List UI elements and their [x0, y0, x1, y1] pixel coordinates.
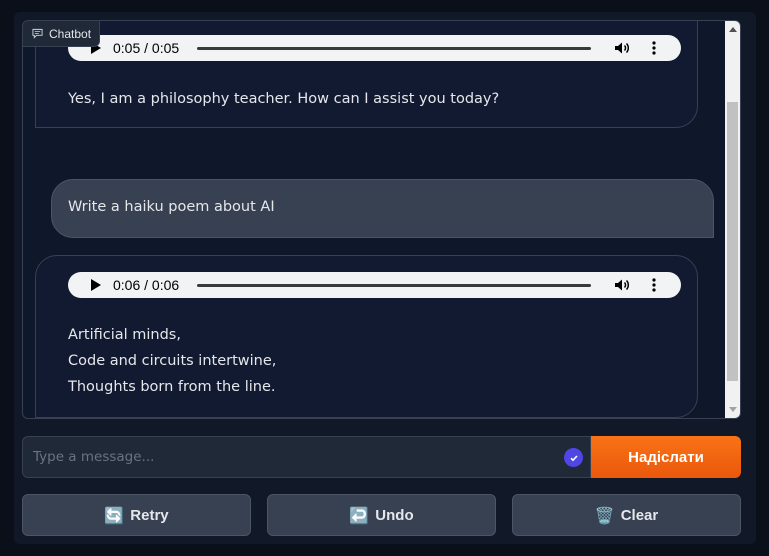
scrollbar-thumb[interactable] — [727, 102, 738, 381]
action-buttons: 🔄 Retry ↩️ Undo 🗑️ Clear — [22, 494, 741, 536]
send-button[interactable]: Надіслати — [591, 436, 741, 478]
audio-time: 0:06 / 0:06 — [113, 277, 180, 293]
scroll-up-icon[interactable] — [729, 27, 737, 32]
audio-player[interactable]: 0:06 / 0:06 — [68, 272, 681, 298]
play-icon[interactable] — [91, 279, 101, 291]
scrollbar[interactable] — [725, 21, 740, 418]
audio-progress-track[interactable] — [197, 283, 591, 287]
message-text: Artificial minds, — [68, 327, 181, 343]
chatbot-label-text: Chatbot — [49, 26, 92, 41]
user-message: Write a haiku poem about AI — [51, 179, 714, 238]
retry-label: Retry — [130, 506, 169, 524]
undo-icon: ↩️ — [349, 505, 370, 525]
audio-time: 0:05 / 0:05 — [113, 40, 180, 56]
message-text: Thoughts born from the line. — [68, 379, 276, 395]
more-options-icon[interactable] — [652, 278, 656, 292]
volume-icon[interactable] — [614, 41, 630, 55]
clear-button[interactable]: 🗑️ Clear — [512, 494, 741, 536]
message-input-row: Надіслати — [22, 436, 741, 478]
clear-label: Clear — [620, 506, 659, 524]
app-container: Chatbot 0:05 / 0:05 Yes, I am a philosop… — [14, 12, 756, 544]
message-list[interactable]: 0:05 / 0:05 Yes, I am a philosophy teach… — [23, 21, 725, 418]
message-text: Code and circuits intertwine, — [68, 353, 277, 369]
message-input-wrapper — [22, 436, 591, 478]
volume-icon[interactable] — [614, 278, 630, 292]
bot-message: 0:05 / 0:05 Yes, I am a philosophy teach… — [35, 21, 698, 128]
retry-icon: 🔄 — [104, 505, 125, 525]
message-text: Yes, I am a philosophy teacher. How can … — [68, 91, 500, 107]
audio-player[interactable]: 0:05 / 0:05 — [68, 35, 681, 61]
message-input[interactable] — [23, 437, 590, 477]
retry-button[interactable]: 🔄 Retry — [22, 494, 251, 536]
check-icon — [564, 448, 583, 467]
trash-icon: 🗑️ — [594, 505, 615, 525]
bot-message: 0:06 / 0:06 Artificial minds, Code and c… — [35, 255, 698, 418]
undo-button[interactable]: ↩️ Undo — [267, 494, 496, 536]
more-options-icon[interactable] — [652, 41, 656, 55]
message-text: Write a haiku poem about AI — [68, 199, 275, 215]
audio-progress-track[interactable] — [197, 46, 591, 50]
scroll-down-icon[interactable] — [729, 407, 737, 412]
chatbot-panel: Chatbot 0:05 / 0:05 Yes, I am a philosop… — [22, 20, 741, 419]
undo-label: Undo — [375, 506, 414, 524]
chat-icon — [32, 28, 43, 39]
chatbot-label: Chatbot — [23, 21, 101, 47]
